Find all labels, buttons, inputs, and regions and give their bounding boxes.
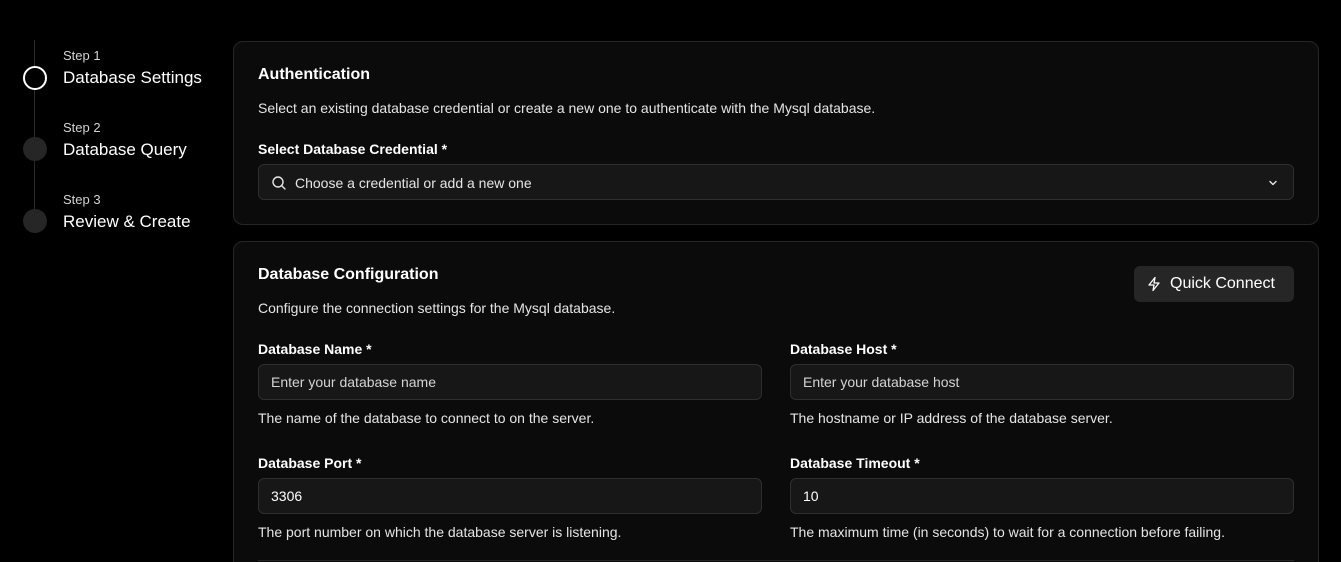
step-number: Step 1 [63,48,101,63]
search-icon [272,176,286,190]
quick-connect-label: Quick Connect [1170,275,1275,292]
page: Step 1 Database Settings Step 2 Database… [0,0,1341,562]
authentication-description: Select an existing database credential o… [258,100,876,116]
database-configuration-card: Database Configuration Configure the con… [233,241,1319,562]
step-title: Database Query [63,140,187,159]
credential-label: Select Database Credential * [258,141,448,157]
step-indicator [23,209,47,233]
database-name-input[interactable] [258,364,762,400]
database-timeout-input[interactable] [790,478,1294,514]
step-database-settings[interactable]: Step 1 Database Settings [0,46,230,102]
divider [258,560,1294,561]
step-number: Step 2 [63,120,101,135]
database-port-label: Database Port * [258,455,362,471]
database-timeout-help: The maximum time (in seconds) to wait fo… [790,524,1225,540]
chevron-down-icon [1269,180,1277,186]
database-name-label: Database Name * [258,341,372,357]
database-name-help: The name of the database to connect to o… [258,410,595,426]
step-review-create[interactable]: Step 3 Review & Create [0,190,230,246]
step-title: Database Settings [63,68,202,87]
step-number: Step 3 [63,192,101,207]
database-host-input[interactable] [790,364,1294,400]
database-host-label: Database Host * [790,341,897,357]
configuration-description: Configure the connection settings for th… [258,300,616,316]
database-port-input[interactable] [258,478,762,514]
database-timeout-label: Database Timeout * [790,455,920,471]
step-title: Review & Create [63,212,191,231]
quick-connect-button[interactable]: Quick Connect [1134,266,1294,302]
step-database-query[interactable]: Step 2 Database Query [0,118,230,174]
step-indicator-active [23,66,47,90]
credential-select[interactable]: Choose a credential or add a new one [258,164,1294,200]
configuration-title: Database Configuration [258,266,439,283]
database-host-help: The hostname or IP address of the databa… [790,410,1113,426]
lightning-icon [1148,276,1160,292]
stepper: Step 1 Database Settings Step 2 Database… [0,0,230,562]
authentication-card: Authentication Select an existing databa… [233,41,1319,225]
step-indicator [23,137,47,161]
authentication-title: Authentication [258,66,370,83]
database-port-help: The port number on which the database se… [258,524,622,540]
credential-select-placeholder: Choose a credential or add a new one [295,175,532,191]
